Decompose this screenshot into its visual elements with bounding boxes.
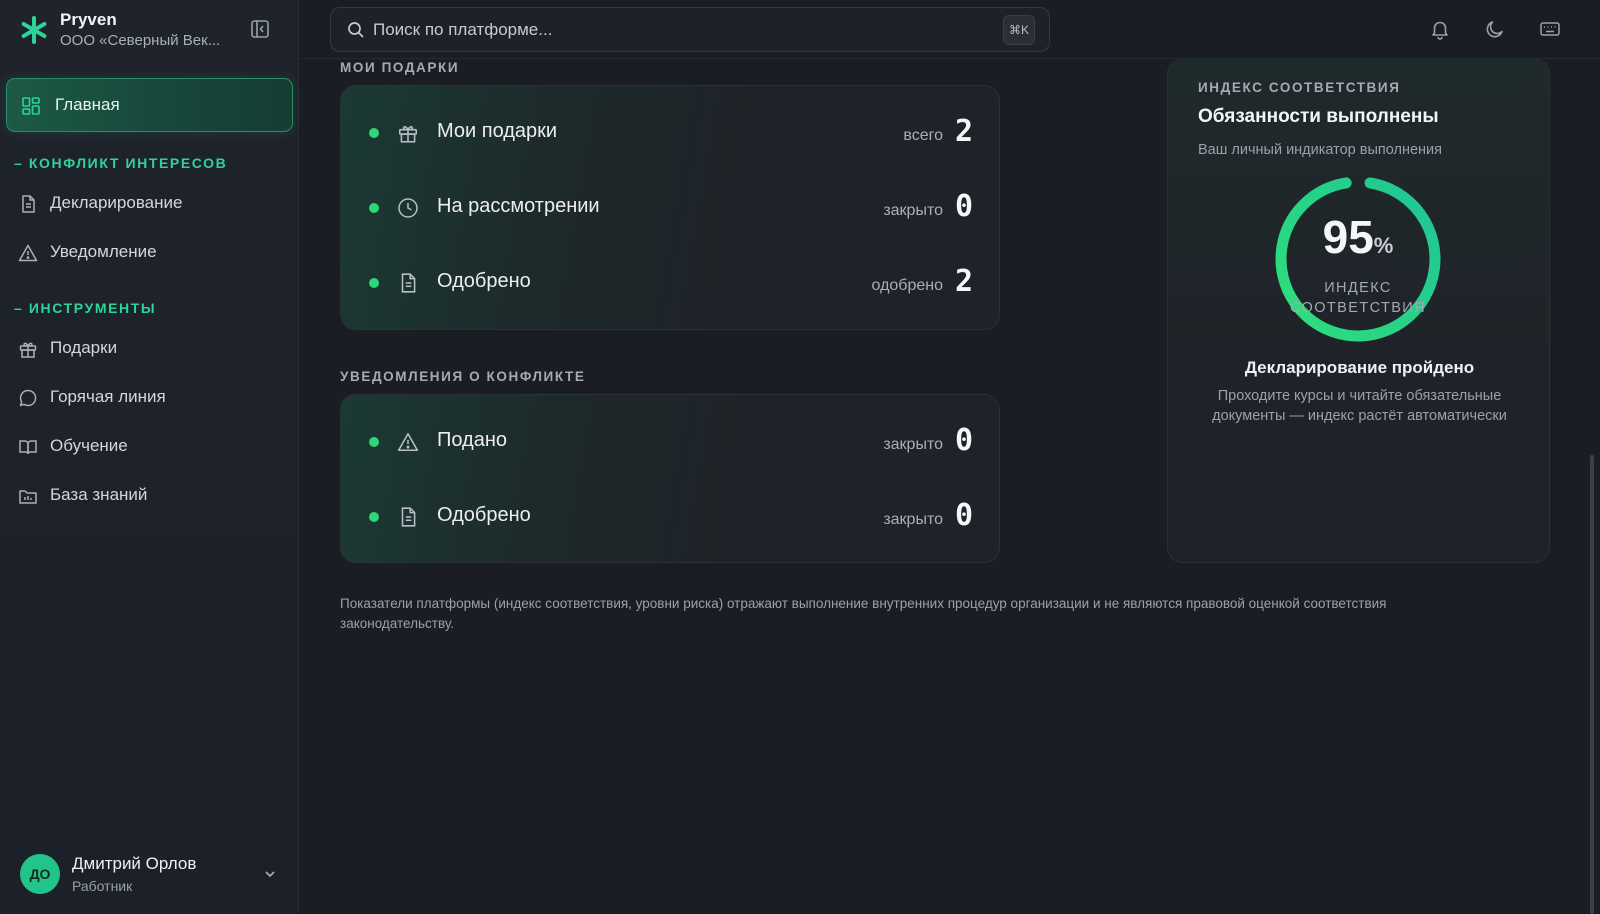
sidebar-item-hotline[interactable]: Горячая линия <box>14 381 284 415</box>
gift-icon <box>18 339 38 359</box>
user-role: Работник <box>72 878 133 894</box>
status-dot <box>369 278 379 288</box>
row-count: 2 <box>954 264 973 299</box>
sidebar-item-knowledge-base[interactable]: База знаний <box>14 479 284 513</box>
row-label: Одобрено <box>437 504 531 526</box>
topbar: ⌘K <box>300 0 1600 59</box>
gauge-unit: % <box>1373 233 1394 258</box>
org-name: ООО «Северный Век... <box>60 32 221 49</box>
row-label: Мои подарки <box>437 120 558 142</box>
user-name: Дмитрий Орлов <box>72 854 197 873</box>
row-label: Одобрено <box>437 270 531 292</box>
sidebar-item-gifts[interactable]: Подарки <box>14 332 284 366</box>
conflicts-card: Подано закрыто 0 Одобрено закрыто 0 <box>340 394 1000 563</box>
row-meta: закрыто <box>883 202 943 219</box>
document-icon <box>18 194 38 214</box>
sidebar-item-label: Декларирование <box>50 193 183 212</box>
sidebar-item-label: Уведомление <box>50 242 157 261</box>
panel-kicker: ИНДЕКС СООТВЕТСТВИЯ <box>1198 80 1401 95</box>
warning-icon <box>397 431 419 453</box>
search-icon <box>347 21 365 39</box>
chat-icon <box>18 388 38 408</box>
user-menu[interactable]: ДО Дмитрий Орлов Работник <box>0 840 299 914</box>
moon-icon[interactable] <box>1484 18 1506 40</box>
row-meta: закрыто <box>883 436 943 453</box>
scrollbar[interactable] <box>1590 455 1594 914</box>
document-icon <box>397 506 419 528</box>
search-input[interactable] <box>373 16 973 44</box>
row-label: Подано <box>437 429 508 451</box>
clock-icon <box>397 197 419 219</box>
app-name: Pryven <box>60 10 117 29</box>
status-dot <box>369 437 379 447</box>
sidebar-item-notification[interactable]: Уведомление <box>14 236 284 270</box>
row-label: На рассмотрении <box>437 195 600 217</box>
sidebar: Pryven ООО «Северный Век... Главная – КО… <box>0 0 299 914</box>
panel-description: Проходите курсы и читайте обязательные д… <box>1212 388 1507 424</box>
warning-icon <box>18 243 38 263</box>
gauge-caption: ИНДЕКС СООТВЕТСТВИЯ <box>1273 278 1443 318</box>
sidebar-item-declaration[interactable]: Декларирование <box>14 187 284 221</box>
row-meta: одобрено <box>871 277 943 294</box>
bell-icon[interactable] <box>1429 18 1451 40</box>
conflicts-section-title: УВЕДОМЛЕНИЯ О КОНФЛИКТЕ <box>340 369 586 384</box>
panel-status: Декларирование пройдено <box>1244 358 1475 377</box>
section-tools[interactable]: – ИНСТРУМЕНТЫ <box>14 300 156 316</box>
sidebar-collapse-icon[interactable] <box>249 18 271 40</box>
list-item[interactable]: Одобрено закрыто 0 <box>341 482 1001 552</box>
status-dot <box>369 128 379 138</box>
document-icon <box>397 272 419 294</box>
sidebar-item-label: Горячая линия <box>50 387 166 406</box>
gauge-value: 95% <box>1273 210 1443 264</box>
status-dot <box>369 512 379 522</box>
chevron-down-icon[interactable] <box>262 866 278 882</box>
compliance-panel: ИНДЕКС СООТВЕТСТВИЯ Обязанности выполнен… <box>1167 58 1550 563</box>
compliance-gauge: 95% ИНДЕКС СООТВЕТСТВИЯ <box>1273 174 1443 344</box>
list-item[interactable]: Подано закрыто 0 <box>341 407 1001 477</box>
status-dot <box>369 203 379 213</box>
row-count: 0 <box>954 498 973 533</box>
sidebar-item-training[interactable]: Обучение <box>14 430 284 464</box>
gifts-section-title: МОИ ПОДАРКИ <box>340 60 460 75</box>
gauge-caption-line: СООТВЕТСТВИЯ <box>1290 300 1426 316</box>
folder-icon <box>18 486 38 506</box>
section-conflict-of-interest[interactable]: – КОНФЛИКТ ИНТЕРЕСОВ <box>14 155 227 171</box>
sidebar-item-label: База знаний <box>50 485 148 504</box>
keyboard-icon[interactable] <box>1539 18 1561 40</box>
list-item[interactable]: На рассмотрении закрыто 0 <box>341 173 1001 243</box>
row-meta: закрыто <box>883 511 943 528</box>
gifts-card: Мои подарки всего 2 На рассмотрении закр… <box>340 85 1000 330</box>
gauge-caption-line: ИНДЕКС <box>1324 280 1392 296</box>
gift-icon <box>397 122 419 144</box>
disclaimer-text: Показатели платформы (индекс соответстви… <box>340 596 1387 631</box>
list-item[interactable]: Одобрено одобрено 2 <box>341 248 1001 318</box>
sidebar-item-label: Обучение <box>50 436 128 455</box>
sidebar-item-label: Подарки <box>50 338 118 357</box>
avatar: ДО <box>20 854 60 894</box>
row-meta: всего <box>903 127 943 144</box>
search-box[interactable]: ⌘K <box>330 7 1050 52</box>
shortcut-badge: ⌘K <box>1003 15 1035 45</box>
row-count: 2 <box>954 114 973 149</box>
brand[interactable]: Pryven ООО «Северный Век... <box>20 10 280 54</box>
gauge-number: 95 <box>1322 211 1374 263</box>
sidebar-item-label: Главная <box>55 95 120 114</box>
list-item[interactable]: Мои подарки всего 2 <box>341 98 1001 168</box>
panel-subtitle: Ваш личный индикатор выполнения <box>1198 142 1442 158</box>
row-count: 0 <box>954 423 973 458</box>
panel-title: Обязанности выполнены <box>1198 106 1439 127</box>
asterisk-logo-icon <box>20 16 48 44</box>
book-icon <box>18 437 38 457</box>
sidebar-item-home[interactable]: Главная <box>6 78 293 132</box>
dashboard-icon <box>21 96 41 116</box>
row-count: 0 <box>954 189 973 224</box>
